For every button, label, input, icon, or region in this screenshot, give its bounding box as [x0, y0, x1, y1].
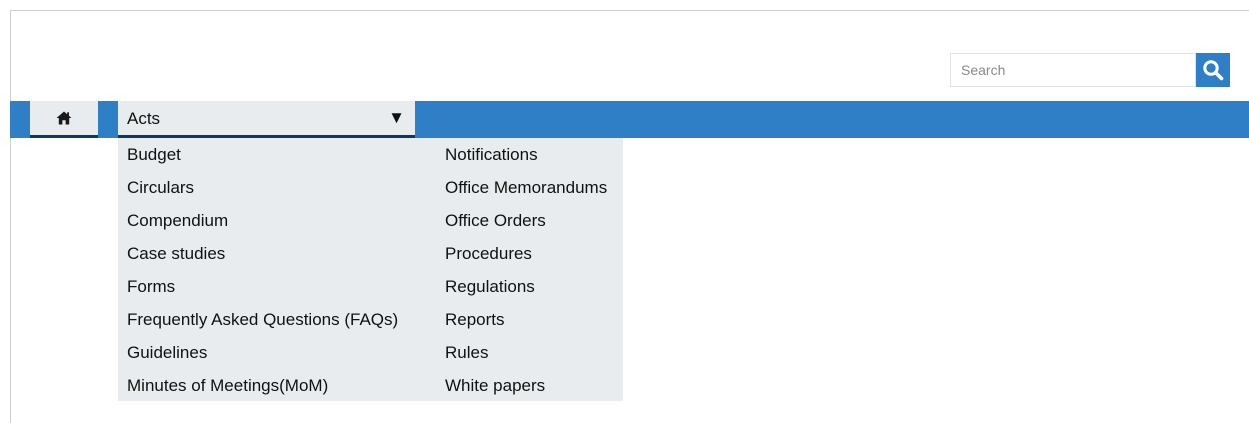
dropdown-left-column: Budget Circulars Compendium Case studies… — [127, 138, 398, 402]
search-input[interactable] — [951, 54, 1195, 86]
home-icon — [56, 111, 72, 125]
menu-item-forms[interactable]: Forms — [127, 270, 398, 303]
acts-dropdown-menu: Budget Circulars Compendium Case studies… — [118, 138, 623, 401]
menu-item-office-orders[interactable]: Office Orders — [445, 204, 607, 237]
dropdown-caret-icon: ▼ — [388, 108, 405, 127]
menu-item-compendium[interactable]: Compendium — [127, 204, 398, 237]
menu-item-office-memorandums[interactable]: Office Memorandums — [445, 171, 607, 204]
tab-acts[interactable]: Acts ▼ — [118, 101, 415, 138]
menu-item-case-studies[interactable]: Case studies — [127, 237, 398, 270]
search-box — [950, 53, 1196, 87]
menu-item-regulations[interactable]: Regulations — [445, 270, 607, 303]
menu-item-circulars[interactable]: Circulars — [127, 171, 398, 204]
menu-item-minutes-of-meetings[interactable]: Minutes of Meetings(MoM) — [127, 369, 398, 402]
menu-item-reports[interactable]: Reports — [445, 303, 607, 336]
home-tab[interactable] — [30, 101, 98, 138]
menu-item-budget[interactable]: Budget — [127, 138, 398, 171]
search-button[interactable] — [1196, 53, 1230, 87]
menu-item-faqs[interactable]: Frequently Asked Questions (FAQs) — [127, 303, 398, 336]
dropdown-right-column: Notifications Office Memorandums Office … — [445, 138, 607, 402]
menu-item-notifications[interactable]: Notifications — [445, 138, 607, 171]
menu-item-white-papers[interactable]: White papers — [445, 369, 607, 402]
search-icon — [1203, 60, 1224, 81]
menu-item-rules[interactable]: Rules — [445, 336, 607, 369]
menu-item-procedures[interactable]: Procedures — [445, 237, 607, 270]
tab-acts-label: Acts — [127, 109, 161, 128]
menu-item-guidelines[interactable]: Guidelines — [127, 336, 398, 369]
